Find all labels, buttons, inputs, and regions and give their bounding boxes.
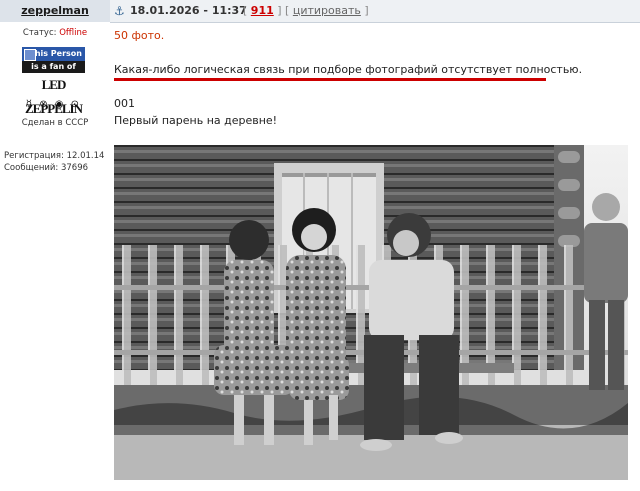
badge-top-text: This Person xyxy=(29,49,82,58)
badge-mini-icon xyxy=(24,49,36,61)
post-links: [ 911 ] [ цитировать ] xyxy=(243,4,369,17)
cite-link[interactable]: цитировать xyxy=(293,4,361,17)
zoso-symbols-icon: ☿ ⊗ ◉ ⊙ xyxy=(25,99,82,110)
badge-top: This Person xyxy=(22,47,85,61)
author-status: Статус: Offline xyxy=(0,28,110,38)
photo-image xyxy=(114,145,628,480)
author-header: zeppelman xyxy=(0,0,110,23)
post-note: Какая-либо логическая связь при подборе … xyxy=(114,63,583,76)
post-number-link[interactable]: 911 xyxy=(251,4,274,17)
photo-number: 001 xyxy=(114,97,135,110)
author-stats: Регистрация: 12.01.14 Сообщений: 37696 xyxy=(4,150,104,174)
post-header: ⚓ 18.01.2026 - 11:37 [ 911 ] [ цитироват… xyxy=(110,0,640,23)
registration-date: Регистрация: 12.01.14 xyxy=(4,151,105,161)
photo-caption: Первый парень на деревне! xyxy=(114,114,278,127)
post-date: 18.01.2026 - 11:37 xyxy=(130,4,247,17)
status-label: Статус: xyxy=(22,28,57,38)
post-anchor-icon[interactable]: ⚓ xyxy=(114,4,125,18)
badge-mid: is a fan of xyxy=(22,61,85,73)
post-photo[interactable] xyxy=(114,145,628,480)
status-value: Offline xyxy=(59,28,88,38)
band-logo: LED ZEPPELIN xyxy=(22,73,85,116)
bracket-open: [ xyxy=(243,4,248,17)
photo-count: 50 фото. xyxy=(114,29,165,42)
author-signature: Сделан в СССР xyxy=(21,118,89,128)
note-underline xyxy=(114,78,546,81)
bracket-mid: ] [ xyxy=(277,4,290,17)
fan-badge: This Person is a fan of LED ZEPPELIN ☿ ⊗… xyxy=(22,47,85,117)
bracket-close: ] xyxy=(364,4,369,17)
author-username[interactable]: zeppelman xyxy=(0,4,110,17)
author-sidebar: Статус: Offline This Person is a fan of … xyxy=(0,22,110,491)
post-count: Сообщений: 37696 xyxy=(4,163,89,173)
